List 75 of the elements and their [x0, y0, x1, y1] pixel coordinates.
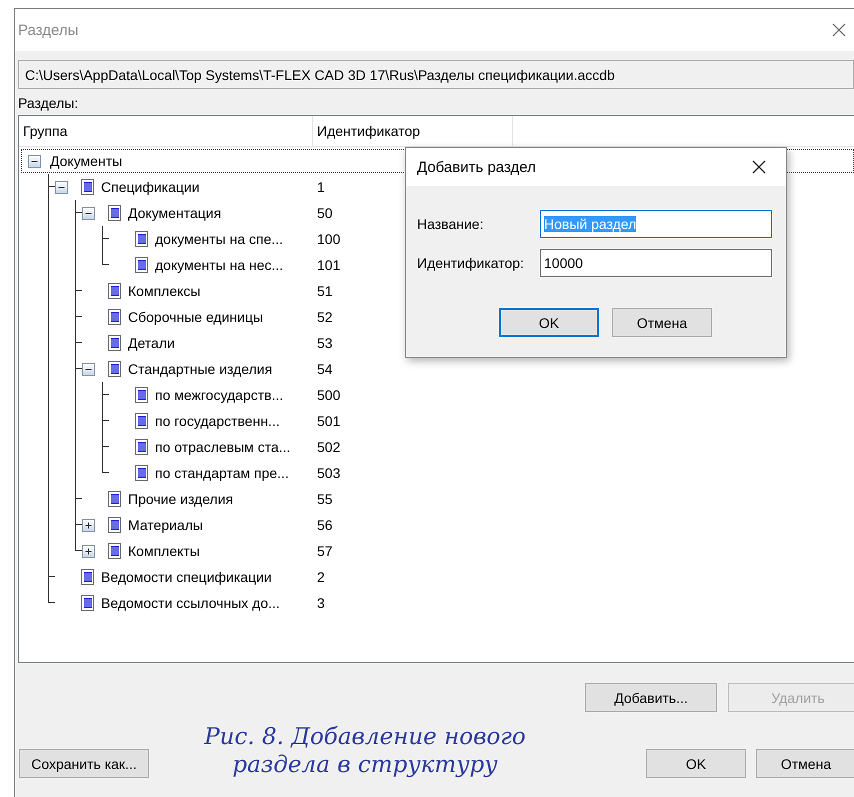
tree-item[interactable]: документы на нес...	[155, 257, 284, 273]
identifier-cell: 56	[317, 517, 333, 533]
document-icon	[135, 413, 149, 429]
field-label: Название:	[417, 216, 484, 232]
document-icon	[108, 309, 122, 325]
tree-item[interactable]: Документы	[50, 153, 122, 169]
cancel-button[interactable]: Отмена	[612, 308, 712, 337]
collapse-icon[interactable]	[82, 206, 95, 220]
identifier-cell: 53	[317, 335, 333, 351]
tree-item[interactable]: по отраслевым ста...	[155, 439, 290, 455]
tree-item[interactable]: Стандартные изделия	[128, 361, 272, 377]
figure-caption: Рис. 8. Добавление нового раздела в структуру	[203, 723, 527, 779]
document-icon	[81, 569, 95, 585]
tree-item[interactable]: Комплексы	[128, 283, 200, 299]
identifier-cell: 101	[317, 257, 340, 273]
tree-item[interactable]: Прочие изделия	[128, 491, 234, 507]
input-field[interactable]: 10000	[540, 249, 772, 277]
identifier-cell: 500	[317, 387, 340, 403]
identifier-cell: 100	[317, 231, 340, 247]
identifier-cell: 1	[317, 179, 325, 195]
collapse-icon[interactable]	[55, 180, 68, 194]
ok-button[interactable]: OK	[646, 749, 746, 778]
document-icon	[108, 517, 122, 533]
column-header[interactable]: Идентификатор	[313, 116, 513, 146]
document-icon	[108, 205, 122, 221]
expand-icon[interactable]	[82, 518, 95, 532]
identifier-cell: 3	[317, 595, 325, 611]
document-icon	[81, 179, 95, 195]
tree-item[interactable]: по государственн...	[155, 413, 280, 429]
identifier-cell: 54	[317, 361, 333, 377]
tree-item[interactable]: Ведомости ссылочных до...	[101, 595, 280, 611]
identifier-cell: 51	[317, 283, 333, 299]
identifier-cell: 2	[317, 569, 325, 585]
tree-item[interactable]: документы на спе...	[155, 231, 284, 247]
identifier-cell: 52	[317, 309, 333, 325]
document-icon	[135, 257, 149, 273]
cancel-button[interactable]: Отмена	[756, 749, 854, 778]
identifier-cell: 50	[317, 205, 333, 221]
close-icon[interactable]	[752, 160, 766, 174]
tree-item[interactable]: по стандартам пре...	[155, 465, 289, 481]
tree-item[interactable]: Документация	[128, 205, 222, 221]
tree-item[interactable]: Материалы	[128, 517, 203, 533]
field-label: Идентификатор:	[417, 255, 525, 271]
document-icon	[108, 335, 122, 351]
document-icon	[135, 231, 149, 247]
tree-item[interactable]: Ведомости спецификации	[101, 569, 272, 585]
document-icon	[108, 361, 122, 377]
path-field[interactable]: C:\Users\AppData\Local\Top Systems\T-FLEX CAD 3D 17\Rus\Разделы спецификации.accdb	[18, 60, 854, 89]
document-icon	[135, 465, 149, 481]
tree-item[interactable]: Детали	[128, 335, 175, 351]
document-icon	[135, 387, 149, 403]
add-button[interactable]: Добавить...	[585, 683, 717, 712]
tree-item[interactable]: Спецификации	[101, 179, 200, 195]
document-icon	[108, 491, 122, 507]
document-icon	[108, 543, 122, 559]
collapse-icon[interactable]	[82, 362, 95, 376]
save-as-button[interactable]: Сохранить как...	[19, 749, 149, 778]
expand-icon[interactable]	[82, 544, 95, 558]
dialog-title: Добавить раздел	[417, 158, 536, 176]
ok-button[interactable]: OK	[499, 308, 599, 337]
tree-item[interactable]: по межгосударств...	[155, 387, 284, 403]
identifier-cell: 503	[317, 465, 340, 481]
tree-item[interactable]: Комплекты	[128, 543, 200, 559]
identifier-cell: 502	[317, 439, 340, 455]
document-icon	[135, 439, 149, 455]
column-header[interactable]: Группа	[19, 116, 313, 146]
document-icon	[108, 283, 122, 299]
tree-item[interactable]: Сборочные единицы	[128, 309, 264, 325]
identifier-cell: 55	[317, 491, 333, 507]
window-title: Разделы	[18, 22, 78, 38]
collapse-icon[interactable]	[28, 154, 41, 168]
identifier-cell: 57	[317, 543, 333, 559]
identifier-cell: 501	[317, 413, 340, 429]
document-icon	[81, 595, 95, 611]
sections-label: Разделы:	[18, 95, 80, 111]
